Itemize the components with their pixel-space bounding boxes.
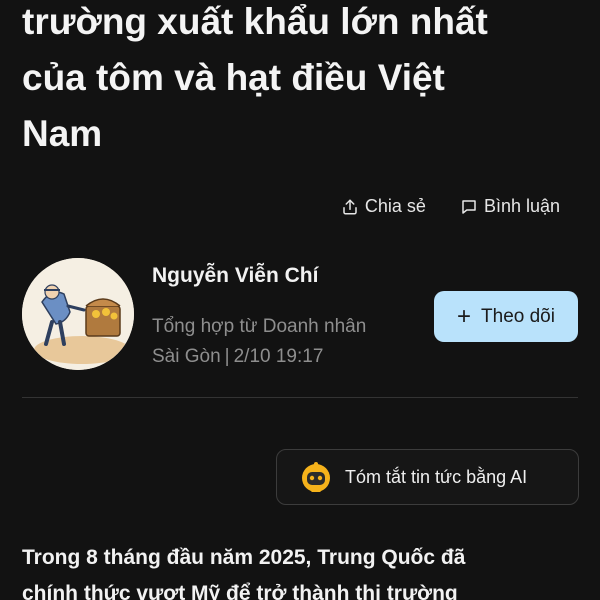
title-line: Nam [22, 113, 103, 154]
source-text: Sài Gòn [152, 346, 221, 367]
ai-bot-icon [302, 462, 330, 492]
body-line: chính thức vượt Mỹ để trở thành thị trườ… [22, 582, 458, 600]
ai-summary-button[interactable]: Tóm tắt tin tức bằng AI [276, 449, 579, 505]
avatar-illustration [22, 258, 134, 370]
author-avatar[interactable] [22, 258, 134, 370]
article-body: Trong 8 tháng đầu năm 2025, Trung Quốc đ… [22, 540, 587, 600]
comment-icon [462, 199, 476, 214]
article-title: trường xuất khẩu lớn nhất của tôm và hạt… [22, 0, 582, 162]
article-actions: Chia sẻ Bình luận [341, 196, 560, 217]
publish-timestamp: 2/10 19:17 [233, 346, 324, 367]
article-page: trường xuất khẩu lớn nhất của tôm và hạt… [0, 0, 600, 600]
title-line: của tôm và hạt điều Việt [22, 57, 445, 98]
share-button[interactable]: Chia sẻ [341, 196, 426, 217]
share-label: Chia sẻ [364, 196, 426, 216]
author-meta: Tổng hợp từ Doanh nhân Sài Gòn | 2/10 19:1… [152, 312, 422, 372]
body-line: Trong 8 tháng đầu năm 2025, Trung Quốc đ… [22, 546, 466, 569]
follow-button[interactable]: + Theo dõi [434, 291, 578, 342]
title-line: trường xuất khẩu lớn nhất [22, 1, 488, 42]
meta-separator: | [224, 346, 230, 367]
plus-icon: + [457, 302, 472, 330]
source-text: Tổng hợp từ Doanh nhân [152, 316, 367, 337]
ai-summary-label: Tóm tắt tin tức bằng AI [345, 466, 528, 487]
author-name[interactable]: Nguyễn Viễn Chí [152, 264, 318, 288]
share-icon [343, 199, 357, 214]
follow-label: Theo dõi [481, 305, 555, 327]
comment-button[interactable]: Bình luận [460, 196, 560, 217]
comment-label: Bình luận [483, 196, 560, 216]
divider [22, 397, 578, 398]
